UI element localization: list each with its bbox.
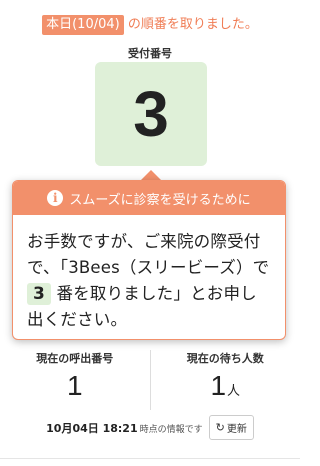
popup-title: スムーズに診察を受けるために (69, 192, 251, 208)
info-popup: i スムーズに診察を受けるために お手数ですが、ご来院の際受付で、「3Bees（… (12, 180, 286, 340)
timestamp: 10月04日 18:21 時点の情報です (46, 420, 202, 436)
date-badge: 本日(10/04) (42, 15, 124, 35)
queue-stats: 現在の呼出番号 1 現在の待ち人数 1人 (0, 350, 300, 410)
current-call-value: 1 (66, 370, 83, 401)
waiting-count-value-row: 1人 (151, 372, 301, 400)
order-status-line: 本日(10/04) の順番を取りました。 (0, 13, 300, 35)
current-call-stat: 現在の呼出番号 1 (0, 350, 150, 410)
refresh-label: 更新 (226, 424, 247, 435)
waiting-count-unit: 人 (227, 383, 241, 398)
current-call-label: 現在の呼出番号 (36, 352, 114, 365)
popup-body: お手数ですが、ご来院の際受付で、「3Bees（スリービーズ）で 3 番を取りまし… (13, 215, 285, 333)
waiting-count-value: 1 (210, 370, 227, 401)
ticket-number: 3 (133, 78, 169, 150)
info-icon: i (47, 190, 64, 206)
refresh-button[interactable]: ↻ 更新 (208, 415, 254, 440)
ticket-number-box: 3 (95, 62, 207, 166)
waiting-count-label: 現在の待ち人数 (186, 352, 264, 365)
popup-body-after: 番を取りました」とお申し出ください。 (27, 284, 257, 329)
bottom-divider (0, 458, 300, 459)
order-status-text: の順番を取りました。 (127, 17, 258, 32)
waiting-count-stat: 現在の待ち人数 1人 (149, 350, 301, 410)
popup-body-before: お手数ですが、ご来院の際受付で、「3Bees（スリービーズ）で (27, 232, 270, 277)
footer: 10月04日 18:21 時点の情報です ↻ 更新 (0, 415, 300, 440)
timestamp-value: 10月04日 18:21 (46, 421, 138, 435)
timestamp-suffix: 時点の情報です (139, 424, 203, 435)
popup-arrow (141, 170, 161, 180)
popup-ticket-number: 3 (27, 283, 52, 305)
popup-header: i スムーズに診察を受けるために (13, 181, 285, 215)
refresh-icon: ↻ (215, 421, 225, 434)
ticket-label: 受付番号 (128, 47, 172, 60)
